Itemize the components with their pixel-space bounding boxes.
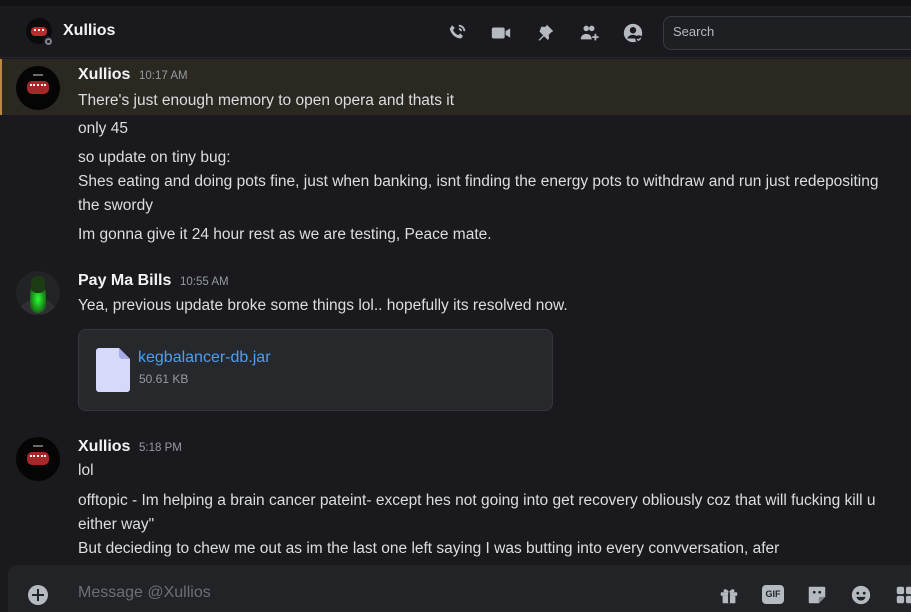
add-icon[interactable] xyxy=(28,585,48,605)
call-icon[interactable] xyxy=(446,22,468,44)
dm-title[interactable]: Xullios xyxy=(63,22,115,40)
avatar[interactable] xyxy=(16,437,60,481)
emoji-icon[interactable] xyxy=(850,584,872,606)
avatar[interactable] xyxy=(16,271,60,315)
sticker-icon[interactable] xyxy=(806,584,828,606)
gif-icon[interactable]: GIF xyxy=(762,585,784,604)
message-text: There's just enough memory to open opera… xyxy=(78,92,455,109)
video-icon[interactable] xyxy=(490,22,512,44)
message-input[interactable] xyxy=(78,584,678,602)
avatar-hat xyxy=(33,74,43,80)
message-composer: GIF xyxy=(8,565,911,612)
file-link[interactable]: kegbalancer-db.jar xyxy=(138,349,271,367)
gift-icon[interactable] xyxy=(718,584,740,606)
avatar-head xyxy=(31,276,45,293)
profile-icon[interactable] xyxy=(622,22,644,44)
message-text: But decieding to chew me out as im the l… xyxy=(78,540,780,557)
file-icon xyxy=(96,348,130,392)
message-text: Shes eating and doing pots fine, just wh… xyxy=(78,173,879,214)
message-timestamp: 5:18 PM xyxy=(139,442,182,454)
avatar-face xyxy=(27,452,49,465)
offline-status-icon xyxy=(43,36,54,47)
message-author[interactable]: Xullios xyxy=(78,66,130,84)
avatar-face xyxy=(27,81,49,94)
avatar-hat xyxy=(33,445,43,451)
message-text: only 45 xyxy=(78,120,128,137)
message-list[interactable]: Xullios 10:17 AM There's just enough mem… xyxy=(0,59,911,565)
message-text: so update on tiny bug: xyxy=(78,149,231,166)
add-friends-icon[interactable] xyxy=(578,22,600,44)
message-author[interactable]: Xullios xyxy=(78,438,130,456)
message-timestamp: 10:55 AM xyxy=(180,276,229,288)
message-text: Im gonna give it 24 hour rest as we are … xyxy=(78,226,492,243)
message-text: Yea, previous update broke some things l… xyxy=(78,297,568,314)
apps-icon[interactable] xyxy=(894,584,911,606)
file-size: 50.61 KB xyxy=(139,372,189,386)
message-timestamp: 10:17 AM xyxy=(139,70,188,82)
search-box[interactable] xyxy=(663,16,911,50)
avatar-eyes xyxy=(34,29,44,32)
message-text: lol xyxy=(78,462,94,479)
search-input[interactable] xyxy=(673,24,903,39)
pin-icon[interactable] xyxy=(534,22,556,44)
message-text: offtopic - Im helping a brain cancer pat… xyxy=(78,492,876,533)
dm-header: Xullios xyxy=(0,6,911,58)
avatar[interactable] xyxy=(16,66,60,110)
file-attachment: kegbalancer-db.jar 50.61 KB xyxy=(78,329,553,411)
message-author[interactable]: Pay Ma Bills xyxy=(78,272,171,290)
